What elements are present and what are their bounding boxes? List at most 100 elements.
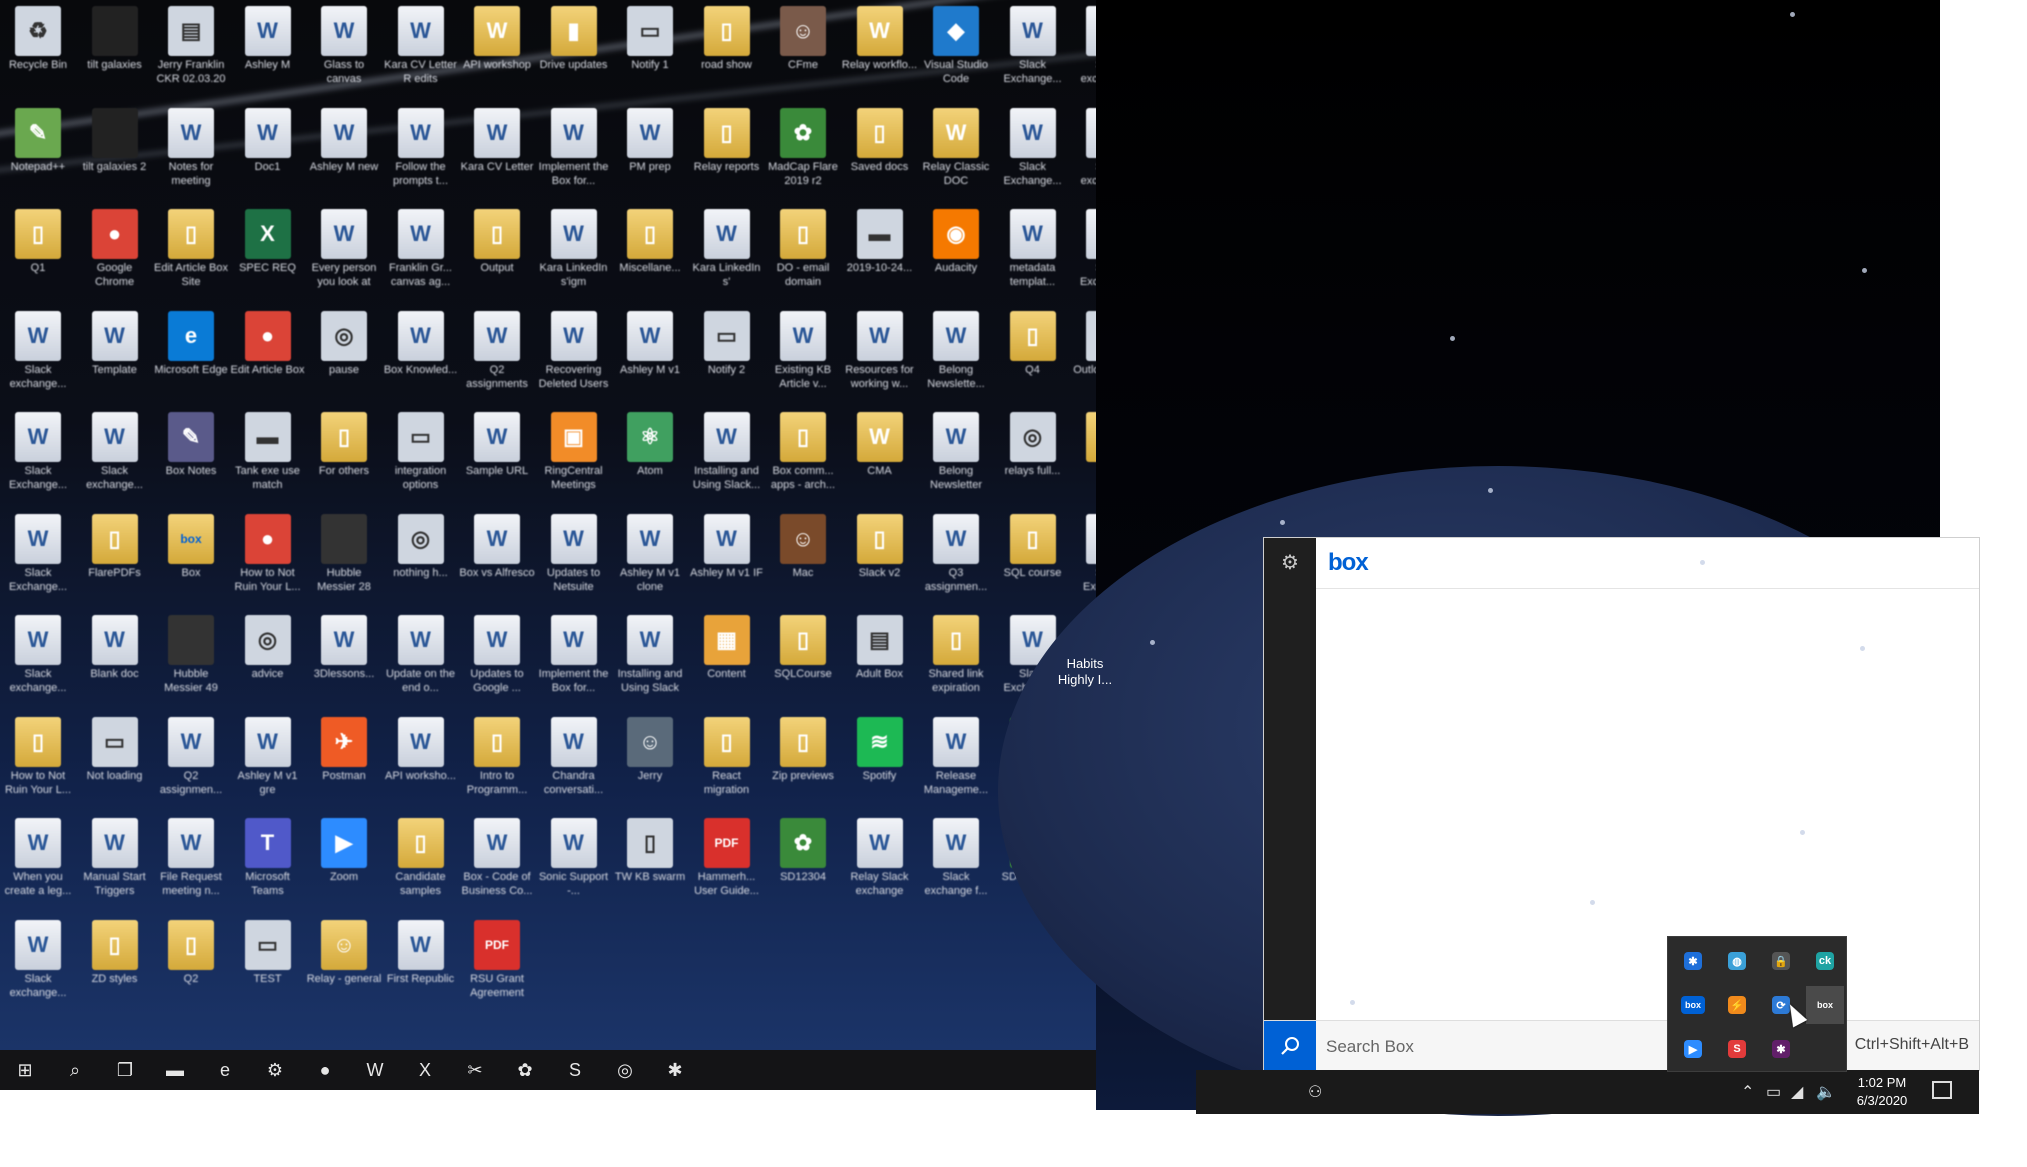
desktop-icon[interactable]: W CMA <box>842 406 918 506</box>
desktop-icon[interactable]: W Release Manageme... <box>918 711 994 811</box>
desktop-icon[interactable]: ▶ Zoom <box>306 812 382 912</box>
desktop-icon[interactable]: ▬ Tank exe use match <box>230 406 306 506</box>
desktop-icon[interactable]: PDF Hammerh... User Guide... <box>689 812 765 912</box>
desktop-icon[interactable]: ▯ Edit Article Box Site <box>153 203 229 303</box>
desktop-icon[interactable]: tilt galaxies 2 <box>77 102 153 202</box>
desktop-icon[interactable]: ✎ Box Notes <box>153 406 229 506</box>
desktop-icon[interactable]: ▯ Box comm... apps - arch... <box>765 406 841 506</box>
desktop-icon[interactable]: ▯ road show <box>689 0 765 100</box>
slack-icon[interactable]: ✱ <box>650 1050 700 1090</box>
snip-icon[interactable]: ✂ <box>450 1050 500 1090</box>
desktop-icon[interactable]: ◎ relays full... <box>995 406 1071 506</box>
desktop-icon[interactable]: ▯ Miscellane... <box>612 203 688 303</box>
desktop-icon[interactable]: WSlack exchange... <box>77 406 153 506</box>
volume-icon[interactable]: 🔈 <box>1816 1082 1836 1102</box>
tray-box-tray-icon[interactable]: box <box>1806 986 1844 1024</box>
desktop-icon[interactable]: ▭ TEST <box>230 914 306 1014</box>
desktop-icon[interactable]: ▯ Zip previews <box>765 711 841 811</box>
desktop-icon[interactable]: W Franklin Gr... canvas ag... <box>383 203 459 303</box>
desktop-icon[interactable]: WSlack Exchange... <box>995 102 1071 202</box>
desktop-icon[interactable]: WSlack Exchange... <box>0 508 76 608</box>
desktop-icon[interactable]: ▤ Jerry Franklin CKR 02.03.20 <box>153 0 229 100</box>
desktop-icon[interactable]: ▯ Output <box>459 203 535 303</box>
media-icon[interactable]: ◎ <box>600 1050 650 1090</box>
desktop-icon[interactable]: W Doc1 <box>230 102 306 202</box>
excel-icon[interactable]: X <box>400 1050 450 1090</box>
desktop-icon[interactable]: box Box <box>153 508 229 608</box>
tray-globe-icon[interactable]: ◍ <box>1718 942 1756 980</box>
desktop-icon[interactable]: ▯ Intro to Programm... <box>459 711 535 811</box>
desktop-icon[interactable]: ▭ Notify 1 <box>612 0 688 100</box>
desktop-icon[interactable]: W Template <box>77 305 153 405</box>
task-view-icon[interactable]: ❐ <box>100 1050 150 1090</box>
desktop-icon[interactable]: W Existing KB Article v... <box>765 305 841 405</box>
desktop-icon[interactable]: ▯ Q1 <box>0 203 76 303</box>
desktop-icon[interactable]: W Follow the prompts t... <box>383 102 459 202</box>
gear-icon[interactable]: ⚙ <box>1279 552 1301 574</box>
tray-zoom-icon[interactable]: ▶ <box>1674 1030 1712 1068</box>
chrome-icon[interactable]: ● <box>300 1050 350 1090</box>
desktop-icon[interactable]: W Ashley M v1 IF <box>689 508 765 608</box>
desktop-icon[interactable]: ◎ nothing h... <box>383 508 459 608</box>
desktop-icon[interactable]: ◉ Audacity <box>918 203 994 303</box>
desktop-icon[interactable]: tilt galaxies <box>77 0 153 100</box>
desktop-icon[interactable]: ▤ Adult Box <box>842 609 918 709</box>
desktop-icon[interactable]: W Box vs Alfresco <box>459 508 535 608</box>
desktop-icon[interactable]: ▯ ZD styles <box>77 914 153 1014</box>
desktop-icon[interactable]: ✈ Postman <box>306 711 382 811</box>
start-icon[interactable]: ⊞ <box>0 1050 50 1090</box>
desktop-icon[interactable]: W Every person you look at <box>306 203 382 303</box>
desktop-icon[interactable]: W PM prep <box>612 102 688 202</box>
search-input[interactable] <box>1324 1033 1628 1061</box>
desktop-icon[interactable]: W Belong Newsletter <box>918 406 994 506</box>
tray-snagit-icon[interactable]: S <box>1718 1030 1756 1068</box>
desktop-icon[interactable]: ☺ Relay - general <box>306 914 382 1014</box>
desktop-icon[interactable]: ▯ Q4 <box>995 305 1071 405</box>
desktop-icon[interactable]: W First Republic <box>383 914 459 1014</box>
desktop-icon[interactable]: W Ashley M v1 <box>612 305 688 405</box>
desktop-icon[interactable]: W Manual Start Triggers <box>77 812 153 912</box>
desktop-icon[interactable]: PDF RSU Grant Agreement <box>459 914 535 1014</box>
desktop-icon[interactable]: ▯ Saved docs <box>842 102 918 202</box>
desktop-icon[interactable]: W Relay Classic DOC <box>918 102 994 202</box>
desktop-icon[interactable]: e Microsoft Edge <box>153 305 229 405</box>
desktop-icon[interactable]: ▯ TW KB swarm <box>612 812 688 912</box>
desktop-icon[interactable]: ▬ 2019-10-24... <box>842 203 918 303</box>
desktop-icon[interactable]: ☺ Mac <box>765 508 841 608</box>
desktop-icon[interactable]: W API workshop <box>459 0 535 100</box>
desktop-icon[interactable]: ✿ SD12304 <box>765 812 841 912</box>
desktop-icon[interactable]: ✿ MadCap Flare 2019 r2 <box>765 102 841 202</box>
desktop-icon[interactable]: W Blank doc <box>77 609 153 709</box>
desktop-icon[interactable]: W Belong Newslette... <box>918 305 994 405</box>
desktop-icon[interactable]: W Notes for meeting <box>153 102 229 202</box>
desktop-icon[interactable]: W Q2 assignmen... <box>153 711 229 811</box>
desktop-icon[interactable]: W Sonic Support -... <box>536 812 612 912</box>
desktop-icon[interactable]: ▯ Q2 <box>153 914 229 1014</box>
desktop-icon[interactable]: W Glass to canvas <box>306 0 382 100</box>
search-icon[interactable]: ⌕ <box>50 1050 100 1090</box>
desktop-icon[interactable]: W Chandra conversati... <box>536 711 612 811</box>
desktop-icon[interactable]: ⚛ Atom <box>612 406 688 506</box>
desktop-icon[interactable]: Hubble Messier 49 <box>153 609 229 709</box>
desktop-icon[interactable]: WSlack exchange... <box>0 305 76 405</box>
desktop-icon[interactable]: W Q2 assignments <box>459 305 535 405</box>
desktop-icon[interactable]: WSlack exchange... <box>0 609 76 709</box>
tray-orange-app-icon[interactable]: ⚡ <box>1718 986 1756 1024</box>
desktop-icon[interactable]: W Ashley M new <box>306 102 382 202</box>
tray-slack-icon[interactable]: ✱ <box>1762 1030 1800 1068</box>
desktop-icon[interactable]: Hubble Messier 28 <box>306 508 382 608</box>
desktop-icon[interactable]: W Ashley M v1 clone <box>612 508 688 608</box>
desktop-icon[interactable]: ▯ React migration <box>689 711 765 811</box>
desktop-icon[interactable]: ▯ Shared link expiration <box>918 609 994 709</box>
desktop-icon[interactable]: ◎ advice <box>230 609 306 709</box>
desktop-icon[interactable]: ▯ DO - email domain <box>765 203 841 303</box>
desktop-icon[interactable]: W Kara CV Letter R edits <box>383 0 459 100</box>
desktop-icon[interactable]: ▯ Slack v2 <box>842 508 918 608</box>
desktop-icon[interactable]: ▯ For others <box>306 406 382 506</box>
desktop-icon[interactable]: ● How to Not Ruin Your L... <box>230 508 306 608</box>
system-clock[interactable]: 1:02 PM 6/3/2020 <box>1852 1074 1912 1110</box>
desktop-icon[interactable]: W Relay Slack exchange <box>842 812 918 912</box>
desktop-icon[interactable]: W Q3 assignmen... <box>918 508 994 608</box>
people-icon[interactable]: ⚇ <box>1308 1082 1322 1102</box>
desktop-icon[interactable]: W When you create a leg... <box>0 812 76 912</box>
